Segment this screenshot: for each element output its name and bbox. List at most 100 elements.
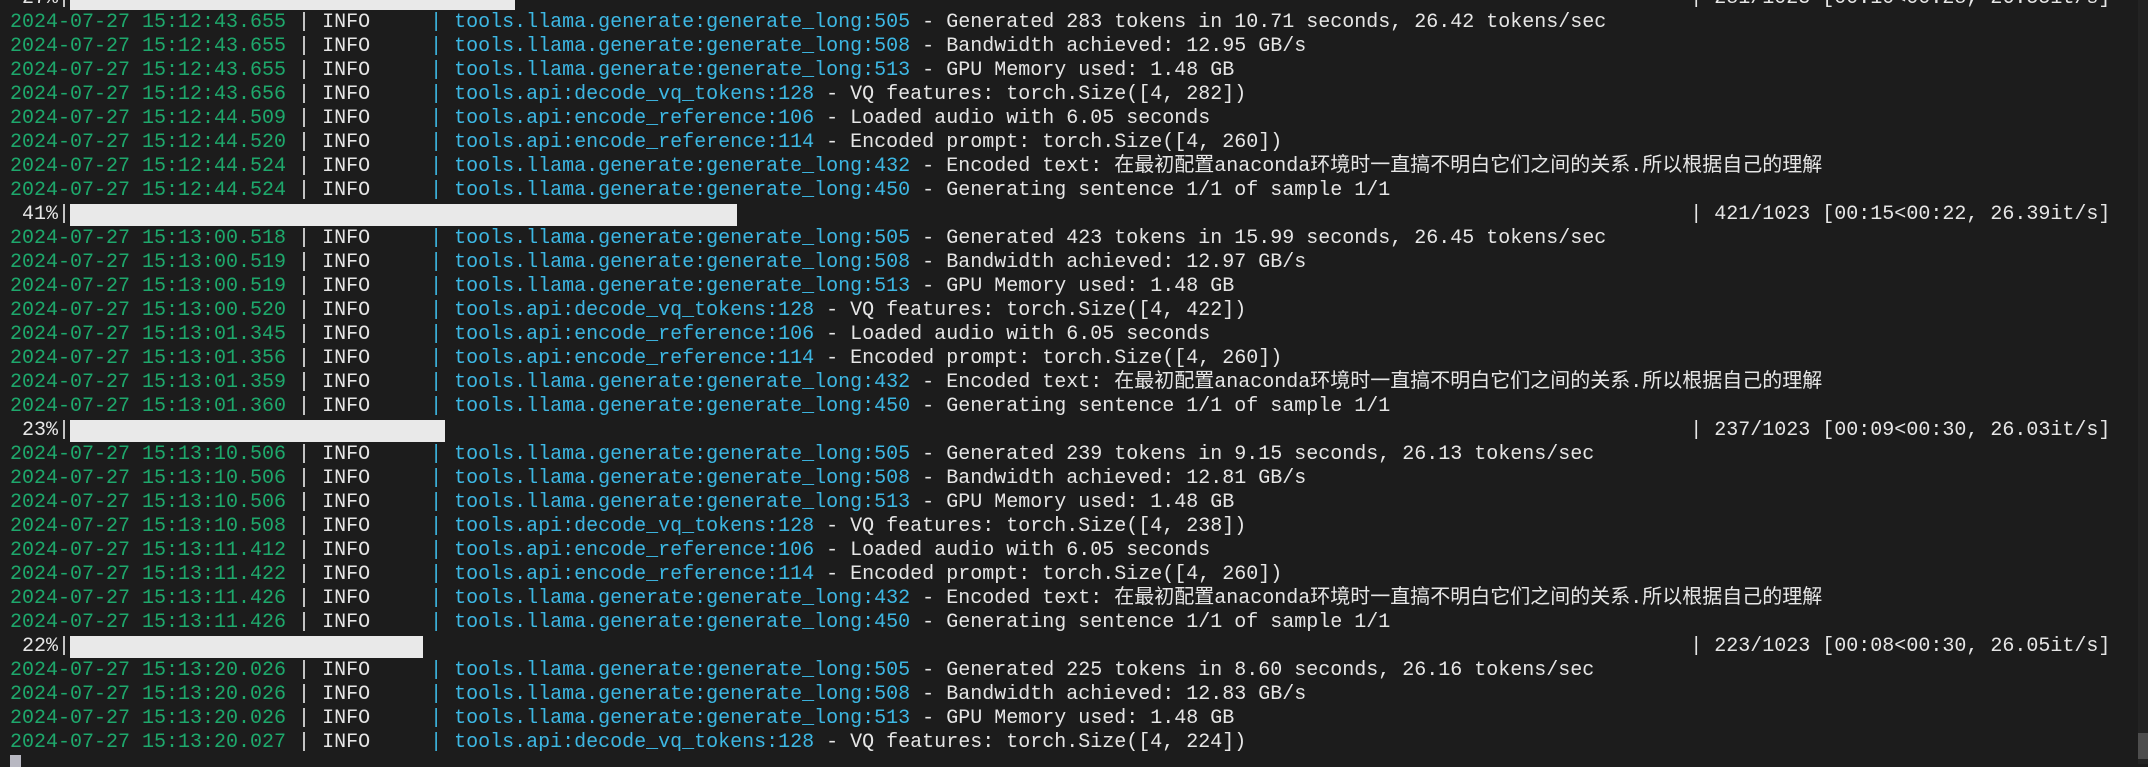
log-source: tools.llama.generate:generate_long:508 xyxy=(454,683,911,706)
separator: - xyxy=(910,395,947,418)
log-level: INFO xyxy=(322,443,371,466)
separator: - xyxy=(814,107,851,130)
log-message: Generating sentence 1/1 of sample 1/1 xyxy=(946,395,1391,418)
log-message: Bandwidth achieved: 12.97 GB/s xyxy=(946,251,1307,274)
log-source: tools.api:encode_reference:114 xyxy=(454,131,815,154)
log-timestamp: 2024-07-27 15:13:20.026 xyxy=(10,707,287,730)
log-level: INFO xyxy=(322,323,371,346)
log-source: tools.llama.generate:generate_long:450 xyxy=(454,611,911,634)
log-message: Bandwidth achieved: 12.81 GB/s xyxy=(946,467,1307,490)
log-timestamp: 2024-07-27 15:13:00.519 xyxy=(10,275,287,298)
log-message: GPU Memory used: 1.48 GB xyxy=(946,275,1235,298)
separator: | xyxy=(418,131,455,154)
log-line: 2024-07-27 15:13:00.518 | INFO | tools.l… xyxy=(10,227,2138,251)
log-message: Generated 423 tokens in 15.99 seconds, 2… xyxy=(946,227,1607,250)
separator: | xyxy=(418,587,455,610)
log-line: 2024-07-27 15:12:43.655 | INFO | tools.l… xyxy=(10,11,2138,35)
separator: | xyxy=(418,155,455,178)
scrollbar-thumb[interactable] xyxy=(2138,733,2148,759)
log-source: tools.llama.generate:generate_long:513 xyxy=(454,275,911,298)
separator: - xyxy=(910,155,947,178)
terminal-cursor xyxy=(10,755,21,767)
progress-percent: 41% xyxy=(22,203,59,226)
log-message: VQ features: torch.Size([4, 282]) xyxy=(850,83,1247,106)
separator: | xyxy=(418,491,455,514)
log-level: INFO xyxy=(322,467,371,490)
progress-spacer xyxy=(10,419,22,442)
separator: | xyxy=(418,299,455,322)
log-level: INFO xyxy=(322,83,371,106)
separator: | xyxy=(286,155,323,178)
log-timestamp: 2024-07-27 15:12:44.524 xyxy=(10,155,287,178)
separator: - xyxy=(910,35,947,58)
log-line: 2024-07-27 15:12:44.524 | INFO | tools.l… xyxy=(10,179,2138,203)
log-message: GPU Memory used: 1.48 GB xyxy=(946,707,1235,730)
log-line: 2024-07-27 15:13:10.506 | INFO | tools.l… xyxy=(10,467,2138,491)
separator: | xyxy=(418,731,455,754)
progress-stats: 223/1023 [00:08<00:30, 26.05it/s] xyxy=(1714,635,2111,658)
log-line: 2024-07-27 15:12:43.655 | INFO | tools.l… xyxy=(10,59,2138,83)
log-timestamp: 2024-07-27 15:13:01.345 xyxy=(10,323,287,346)
vertical-scrollbar[interactable] xyxy=(2138,0,2148,764)
progress-spacer xyxy=(10,635,22,658)
log-timestamp: 2024-07-27 15:12:43.656 xyxy=(10,83,287,106)
separator: | xyxy=(286,35,323,58)
log-line: 2024-07-27 15:13:20.026 | INFO | tools.l… xyxy=(10,707,2138,731)
log-message: GPU Memory used: 1.48 GB xyxy=(946,491,1235,514)
log-message: Generated 283 tokens in 10.71 seconds, 2… xyxy=(946,11,1607,34)
log-source: tools.api:decode_vq_tokens:128 xyxy=(454,731,815,754)
log-level: INFO xyxy=(322,275,371,298)
separator: - xyxy=(910,11,947,34)
log-level: INFO xyxy=(322,395,371,418)
separator: - xyxy=(814,323,851,346)
log-timestamp: 2024-07-27 15:13:01.356 xyxy=(10,347,287,370)
log-timestamp: 2024-07-27 15:13:11.422 xyxy=(10,563,287,586)
log-line: 2024-07-27 15:12:44.509 | INFO | tools.a… xyxy=(10,107,2138,131)
separator: | xyxy=(418,515,455,538)
progress-bar-fill xyxy=(70,0,515,10)
separator: - xyxy=(814,83,851,106)
log-level: INFO xyxy=(322,131,371,154)
progress-bar-fill xyxy=(70,636,424,658)
log-timestamp: 2024-07-27 15:13:00.519 xyxy=(10,251,287,274)
log-source: tools.llama.generate:generate_long:508 xyxy=(454,35,911,58)
separator: - xyxy=(814,539,851,562)
separator: - xyxy=(910,443,947,466)
log-timestamp: 2024-07-27 15:13:00.520 xyxy=(10,299,287,322)
log-timestamp: 2024-07-27 15:13:10.506 xyxy=(10,443,287,466)
log-message: Encoded prompt: torch.Size([4, 260]) xyxy=(850,347,1283,370)
log-line: 2024-07-27 15:13:20.026 | INFO | tools.l… xyxy=(10,683,2138,707)
separator: | xyxy=(418,323,455,346)
separator: - xyxy=(814,347,851,370)
log-timestamp: 2024-07-27 15:13:10.506 xyxy=(10,467,287,490)
separator: - xyxy=(910,707,947,730)
separator: | xyxy=(286,275,323,298)
progress-row: 27%|| 281/1023 [00:10<00:28, 26.55it/s] xyxy=(10,0,2138,11)
log-message: Encoded prompt: torch.Size([4, 260]) xyxy=(850,131,1283,154)
separator: | xyxy=(286,707,323,730)
separator: | xyxy=(418,539,455,562)
separator: | xyxy=(418,659,455,682)
separator: | xyxy=(286,59,323,82)
log-timestamp: 2024-07-27 15:12:44.524 xyxy=(10,179,287,202)
progress-bar-left-edge: | xyxy=(58,635,71,658)
separator: | xyxy=(286,299,323,322)
separator: | xyxy=(286,539,323,562)
log-message: Encoded prompt: torch.Size([4, 260]) xyxy=(850,563,1283,586)
progress-percent: 23% xyxy=(22,419,59,442)
separator: | xyxy=(418,59,455,82)
log-source: tools.llama.generate:generate_long:513 xyxy=(454,59,911,82)
progress-bar-left-edge: | xyxy=(58,419,71,442)
separator: - xyxy=(910,59,947,82)
progress-bar-right-edge: | xyxy=(1690,0,1714,10)
log-level: INFO xyxy=(322,107,371,130)
log-level: INFO xyxy=(322,659,371,682)
log-timestamp: 2024-07-27 15:13:20.026 xyxy=(10,659,287,682)
log-line: 2024-07-27 15:13:00.519 | INFO | tools.l… xyxy=(10,251,2138,275)
log-line: 2024-07-27 15:12:43.655 | INFO | tools.l… xyxy=(10,35,2138,59)
progress-row: 22%| | 223/1023 [00:08<00:30, 26.05it/s] xyxy=(10,635,2138,659)
log-source: tools.api:encode_reference:114 xyxy=(454,347,815,370)
log-line: 2024-07-27 15:13:01.345 | INFO | tools.a… xyxy=(10,323,2138,347)
progress-bar-left-edge: | xyxy=(58,203,71,226)
progress-row: 23%| | 237/1023 [00:09<00:30, 26.03it/s] xyxy=(10,419,2138,443)
